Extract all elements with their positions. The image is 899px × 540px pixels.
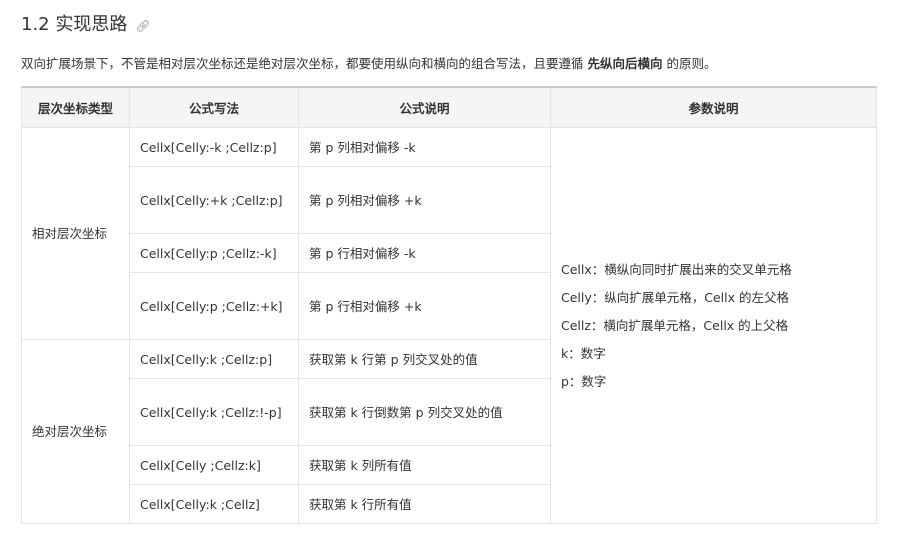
section-title: 1.2 实现思路 🔗︎ [21, 10, 151, 36]
intro-text: 双向扩展场景下，不管是相对层次坐标还是绝对层次坐标，都要使用纵向和横向的组合写法… [21, 56, 588, 71]
section-title-text: 1.2 实现思路 [21, 14, 128, 35]
header-cell: 层次坐标类型 [21, 86, 130, 128]
header-cell: 公式说明 [298, 86, 551, 128]
param-item: k：数字 [561, 345, 606, 361]
param-item: Celly：纵向扩展单元格，Cellx 的左父格 [561, 289, 789, 305]
params-cell: Cellx：横纵向同时扩展出来的交叉单元格 Celly：纵向扩展单元格，Cell… [550, 127, 877, 524]
desc-cell: 获取第 k 行所有值 [298, 484, 551, 524]
intro-paragraph: 双向扩展场景下，不管是相对层次坐标还是绝对层次坐标，都要使用纵向和横向的组合写法… [21, 53, 716, 72]
header-cell: 公式写法 [129, 86, 299, 128]
link-icon[interactable]: 🔗︎ [135, 19, 150, 33]
desc-cell: 第 p 行相对偏移 +k [298, 272, 551, 340]
formula-cell: Cellx[Celly:p ;Cellz:-k] [129, 233, 299, 273]
formula-cell: Cellx[Celly:p ;Cellz:+k] [129, 272, 299, 340]
desc-cell: 获取第 k 列所有值 [298, 445, 551, 485]
param-item: Cellx：横纵向同时扩展出来的交叉单元格 [561, 261, 792, 277]
param-item: Cellz：横向扩展单元格，Cellx 的上父格 [561, 317, 789, 333]
table-row: 相对层次坐标 Cellx[Celly:-k ;Cellz:p] 第 p 列相对偏… [21, 127, 877, 524]
formula-cell: Cellx[Celly ;Cellz:k] [129, 445, 299, 485]
desc-cell: 第 p 行相对偏移 -k [298, 233, 551, 273]
header-cell: 参数说明 [550, 86, 877, 128]
intro-bold: 先纵向后横向 [587, 56, 663, 71]
formula-cell: Cellx[Celly:k ;Cellz:!-p] [129, 378, 299, 446]
desc-cell: 第 p 列相对偏移 -k [298, 127, 551, 167]
formula-cell: Cellx[Celly:+k ;Cellz:p] [129, 166, 299, 234]
param-item: p：数字 [561, 373, 607, 389]
formula-cell: Cellx[Celly:k ;Cellz] [129, 484, 299, 524]
desc-cell: 第 p 列相对偏移 +k [298, 166, 551, 234]
desc-cell: 获取第 k 行倒数第 p 列交叉处的值 [298, 378, 551, 446]
group-cell: 相对层次坐标 [21, 127, 130, 340]
table-header: 层次坐标类型 公式写法 公式说明 参数说明 [21, 86, 877, 128]
formula-table: 层次坐标类型 公式写法 公式说明 参数说明 相对层次坐标 Cellx[Celly… [21, 86, 877, 524]
formula-cell: Cellx[Celly:k ;Cellz:p] [129, 339, 299, 379]
group-cell: 绝对层次坐标 [21, 339, 130, 524]
formula-cell: Cellx[Celly:-k ;Cellz:p] [129, 127, 299, 167]
intro-text-end: 的原则。 [662, 56, 717, 71]
desc-cell: 获取第 k 行第 p 列交叉处的值 [298, 339, 551, 379]
